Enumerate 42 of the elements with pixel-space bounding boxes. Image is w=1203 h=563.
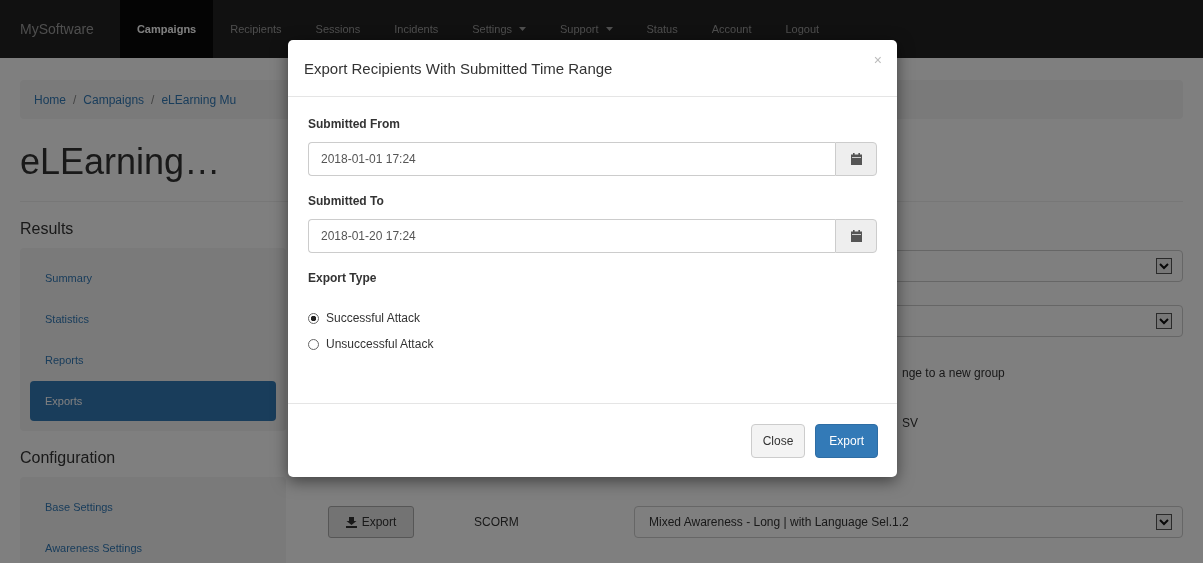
- sidebar-item[interactable]: Exports: [30, 381, 276, 421]
- calendar-button[interactable]: [835, 219, 877, 253]
- dropdown-icon: [1156, 312, 1172, 329]
- breadcrumb-link[interactable]: Home: [34, 92, 66, 107]
- nav-item[interactable]: Support: [543, 0, 630, 58]
- sidebar-item[interactable]: Statistics: [30, 299, 276, 339]
- sidebar-item[interactable]: Reports: [30, 340, 276, 380]
- modal-title: Export Recipients With Submitted Time Range: [304, 59, 613, 77]
- breadcrumb-link[interactable]: eLEarning Mu: [161, 92, 237, 107]
- sidebar-item[interactable]: Base Settings: [30, 487, 276, 527]
- section-heading: Configuration: [20, 449, 117, 467]
- close-button[interactable]: Close: [750, 423, 806, 458]
- breadcrumb-separator: /: [151, 92, 155, 107]
- brand-logo[interactable]: MySoftware: [20, 21, 94, 37]
- radio-button[interactable]: [308, 338, 319, 350]
- export-button[interactable]: Export: [815, 423, 878, 458]
- calendar-button[interactable]: [835, 142, 877, 176]
- field-label: Export Type: [308, 271, 378, 285]
- breadcrumb-link[interactable]: Campaigns: [83, 92, 145, 107]
- sidebar-item[interactable]: Summary: [30, 258, 276, 298]
- nav-item[interactable]: Settings: [455, 0, 543, 58]
- calendar-icon: [850, 153, 862, 165]
- description-text: nge to a new group: [902, 366, 1005, 380]
- sidebar-item[interactable]: Awareness Settings: [30, 528, 276, 563]
- close-button[interactable]: ×: [873, 52, 882, 68]
- nav-item[interactable]: Campaigns: [119, 0, 214, 58]
- date-input[interactable]: 2018-01-20 17:24: [308, 219, 835, 253]
- dropdown-icon: [1156, 257, 1172, 274]
- radio-label: Unsuccessful Attack: [326, 337, 434, 351]
- section-heading: Results: [20, 220, 75, 238]
- breadcrumb-separator: /: [73, 92, 77, 107]
- date-input[interactable]: 2018-01-01 17:24: [308, 142, 835, 176]
- download-icon: [345, 516, 357, 528]
- radio-label: Successful Attack: [326, 311, 421, 325]
- field-label: Submitted From: [308, 117, 401, 131]
- format-label: SCORM: [473, 515, 520, 529]
- calendar-icon: [850, 230, 862, 242]
- dropdown-icon: [1156, 514, 1172, 530]
- radio-button[interactable]: [308, 312, 319, 324]
- select-field[interactable]: Mixed Awareness - Long | with Language Sel.1.2: [634, 506, 1183, 538]
- export-button[interactable]: Export: [328, 506, 414, 538]
- description-text: SV: [902, 416, 918, 430]
